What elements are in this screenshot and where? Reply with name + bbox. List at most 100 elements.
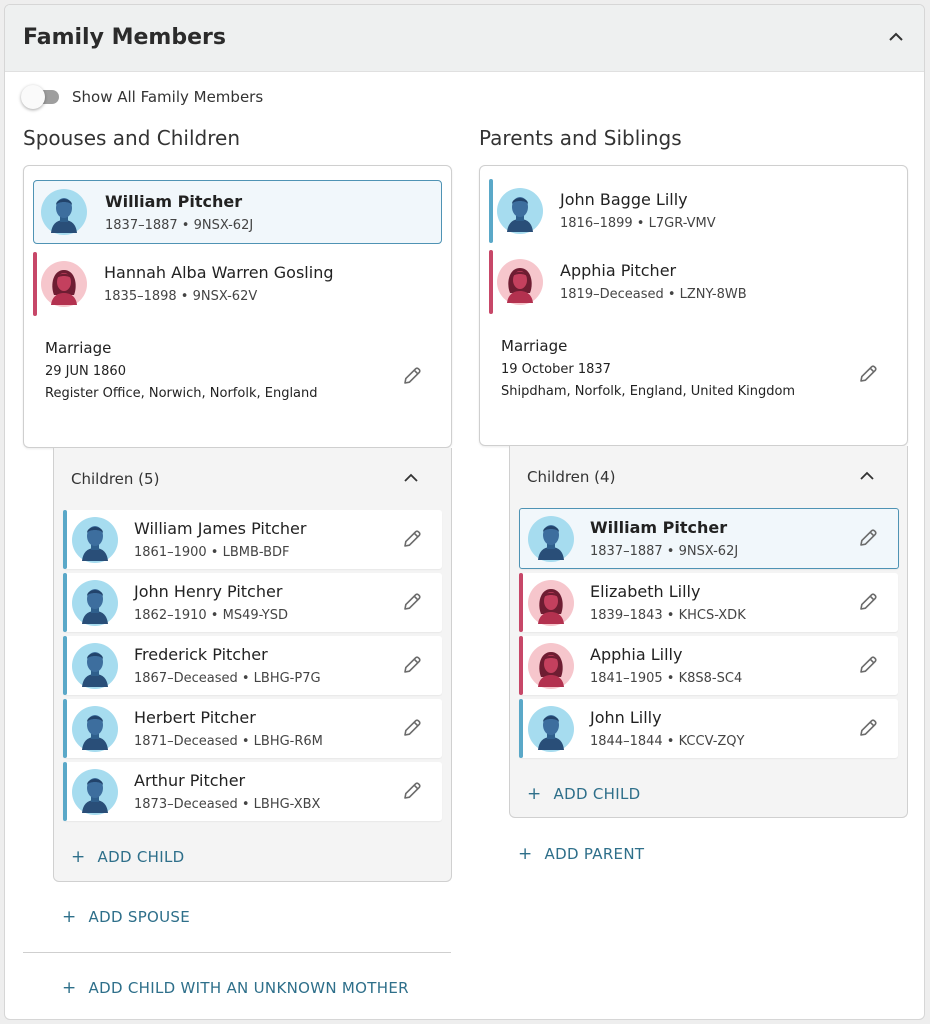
person-name: Frederick Pitcher bbox=[134, 645, 268, 664]
person-meta: 1839–1843 • KHCS-XDK bbox=[590, 608, 746, 623]
edit-marriage-button[interactable] bbox=[854, 360, 882, 388]
marriage-label: Marriage bbox=[45, 339, 112, 357]
person-item[interactable]: John Bagge Lilly 1816–1899 • L7GR-VMV bbox=[489, 179, 898, 243]
plus-icon: + bbox=[71, 847, 86, 867]
add-parent-button[interactable]: + ADD PARENT bbox=[518, 844, 644, 864]
spouses-section-title: Spouses and Children bbox=[23, 126, 241, 150]
marriage-date: 29 JUN 1860 bbox=[45, 364, 126, 379]
marriage-place: Register Office, Norwich, Norfolk, Engla… bbox=[45, 386, 318, 401]
person-name: Apphia Lilly bbox=[590, 645, 683, 664]
chevron-up-icon bbox=[404, 473, 418, 482]
add-spouse-button[interactable]: + ADD SPOUSE bbox=[62, 907, 190, 927]
panel-title: Family Members bbox=[23, 25, 226, 50]
edit-child-button[interactable] bbox=[398, 651, 426, 679]
child-row[interactable]: Elizabeth Lilly 1839–1843 • KHCS-XDK bbox=[519, 573, 898, 632]
person-item[interactable]: Apphia Pitcher 1819–Deceased • LZNY-8WB bbox=[489, 250, 898, 314]
plus-icon: + bbox=[518, 844, 533, 864]
edit-child-button[interactable] bbox=[398, 588, 426, 616]
child-row[interactable]: John Henry Pitcher 1862–1910 • MS49-YSD bbox=[63, 573, 442, 632]
child-row[interactable]: John Lilly 1844–1844 • KCCV-ZQY bbox=[519, 699, 898, 758]
male-avatar-icon bbox=[72, 706, 118, 752]
female-indicator-bar bbox=[489, 250, 493, 314]
female-indicator-bar bbox=[519, 573, 523, 632]
pencil-icon bbox=[860, 656, 877, 673]
child-row[interactable]: Frederick Pitcher 1867–Deceased • LBHG-P… bbox=[63, 636, 442, 695]
person-meta: 1867–Deceased • LBHG-P7G bbox=[134, 671, 321, 686]
pencil-icon bbox=[860, 593, 877, 610]
collapse-children-button[interactable] bbox=[853, 462, 881, 490]
male-indicator-bar bbox=[63, 510, 67, 569]
children-title: Children (4) bbox=[527, 468, 616, 486]
person-meta: 1837–1887 • 9NSX-62J bbox=[590, 544, 739, 559]
pencil-icon bbox=[860, 365, 877, 382]
edit-child-button[interactable] bbox=[398, 777, 426, 805]
person-meta: 1835–1898 • 9NSX-62V bbox=[104, 289, 258, 304]
male-indicator-bar bbox=[63, 636, 67, 695]
person-name: Hannah Alba Warren Gosling bbox=[104, 263, 334, 282]
marriage-label: Marriage bbox=[501, 337, 568, 355]
person-name: John Lilly bbox=[590, 708, 662, 727]
add-spouse-label: ADD SPOUSE bbox=[88, 908, 191, 926]
edit-child-button[interactable] bbox=[398, 714, 426, 742]
toggle-label: Show All Family Members bbox=[72, 88, 264, 106]
show-all-toggle-row: Show All Family Members bbox=[21, 85, 264, 109]
edit-child-button[interactable] bbox=[398, 525, 426, 553]
person-meta: 1871–Deceased • LBHG-R6M bbox=[134, 734, 323, 749]
person-item[interactable]: William Pitcher 1837–1887 • 9NSX-62J bbox=[33, 180, 442, 244]
person-meta: 1816–1899 • L7GR-VMV bbox=[560, 216, 716, 231]
male-avatar-icon bbox=[72, 517, 118, 563]
plus-icon: + bbox=[62, 907, 77, 927]
pencil-icon bbox=[404, 367, 421, 384]
add-child-unknown-mother-button[interactable]: + ADD CHILD WITH AN UNKNOWN MOTHER bbox=[62, 978, 409, 998]
edit-child-button[interactable] bbox=[854, 588, 882, 616]
spouse-family-card: William Pitcher 1837–1887 • 9NSX-62J Han… bbox=[23, 165, 452, 448]
male-avatar-icon bbox=[72, 643, 118, 689]
add-child-button[interactable]: + ADD CHILD bbox=[71, 847, 184, 867]
female-avatar-icon bbox=[41, 261, 87, 307]
children-section: Children (5) William James Pitcher 1861–… bbox=[53, 448, 452, 882]
male-indicator-bar bbox=[63, 573, 67, 632]
male-avatar-icon bbox=[72, 580, 118, 626]
male-avatar-icon bbox=[72, 769, 118, 815]
add-child-label: ADD CHILD bbox=[553, 785, 641, 803]
female-indicator-bar bbox=[519, 636, 523, 695]
child-row[interactable]: Herbert Pitcher 1871–Deceased • LBHG-R6M bbox=[63, 699, 442, 758]
child-row[interactable]: Arthur Pitcher 1873–Deceased • LBHG-XBX bbox=[63, 762, 442, 821]
male-indicator-bar bbox=[489, 179, 493, 243]
add-child-button[interactable]: + ADD CHILD bbox=[527, 784, 640, 804]
child-row[interactable]: William Pitcher 1837–1887 • 9NSX-62J bbox=[519, 508, 899, 569]
edit-child-button[interactable] bbox=[854, 714, 882, 742]
marriage-date: 19 October 1837 bbox=[501, 362, 611, 377]
pencil-icon bbox=[860, 719, 877, 736]
show-all-toggle[interactable] bbox=[21, 85, 59, 109]
collapse-button[interactable] bbox=[882, 23, 910, 51]
collapse-children-button[interactable] bbox=[397, 464, 425, 492]
female-avatar-icon bbox=[528, 643, 574, 689]
siblings-section: Children (4) William Pitcher 1837–1887 •… bbox=[509, 446, 908, 818]
child-row[interactable]: Apphia Lilly 1841–1905 • K8S8-SC4 bbox=[519, 636, 898, 695]
male-indicator-bar bbox=[63, 762, 67, 821]
chevron-up-icon bbox=[860, 471, 874, 480]
person-name: Herbert Pitcher bbox=[134, 708, 256, 727]
person-name: John Bagge Lilly bbox=[560, 190, 688, 209]
male-indicator-bar bbox=[519, 699, 523, 758]
edit-child-button[interactable] bbox=[854, 651, 882, 679]
parents-section-title: Parents and Siblings bbox=[479, 126, 682, 150]
female-avatar-icon bbox=[528, 580, 574, 626]
plus-icon: + bbox=[62, 978, 77, 998]
marriage-place: Shipdham, Norfolk, England, United Kingd… bbox=[501, 384, 796, 399]
person-name: William Pitcher bbox=[590, 518, 728, 537]
edit-child-button[interactable] bbox=[854, 524, 882, 552]
male-avatar-icon bbox=[528, 706, 574, 752]
female-avatar-icon bbox=[497, 259, 543, 305]
person-meta: 1844–1844 • KCCV-ZQY bbox=[590, 734, 745, 749]
pencil-icon bbox=[404, 782, 421, 799]
add-child-label: ADD CHILD bbox=[97, 848, 185, 866]
divider bbox=[23, 952, 451, 953]
child-row[interactable]: William James Pitcher 1861–1900 • LBMB-B… bbox=[63, 510, 442, 569]
pencil-icon bbox=[404, 593, 421, 610]
edit-marriage-button[interactable] bbox=[398, 362, 426, 390]
person-item[interactable]: Hannah Alba Warren Gosling 1835–1898 • 9… bbox=[33, 252, 442, 316]
person-name: Apphia Pitcher bbox=[560, 261, 677, 280]
person-name: William James Pitcher bbox=[134, 519, 307, 538]
